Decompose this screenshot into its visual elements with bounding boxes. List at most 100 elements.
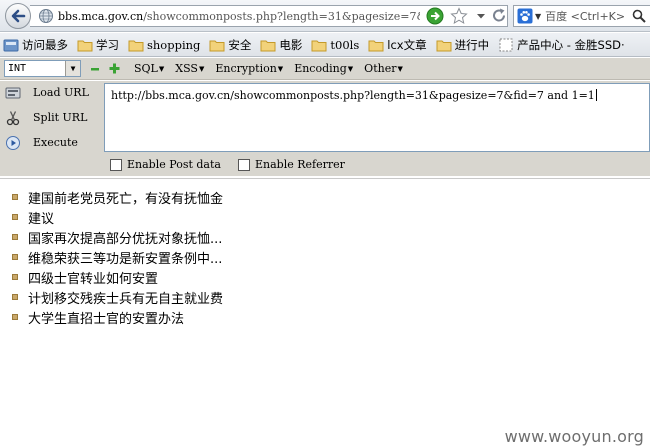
post-link[interactable]: 大学生直招士官的安置办法 (28, 308, 184, 327)
type-select-value: INT (8, 63, 27, 74)
menu-xss[interactable]: XSS ▼ (175, 62, 204, 75)
bookmark-product-center[interactable]: 产品中心 - 金胜SSD· (498, 37, 625, 53)
post-link[interactable]: 维稳荣获三等功是新安置条例中... (28, 248, 222, 267)
bookmark-folder-blue-icon (3, 39, 19, 51)
address-path: /showcommonposts.php?length=31&pagesize=… (143, 9, 420, 23)
list-item: 计划移交残疾士兵有无自主就业费 (12, 287, 223, 307)
folder-icon (128, 40, 144, 51)
enable-post-label: Enable Post data (127, 158, 221, 171)
menu-caret-icon: ▼ (397, 64, 403, 73)
type-select[interactable]: INT ▼ (4, 60, 81, 77)
page-content: 建国前老党员死亡，有没有抚恤金 建议 国家再次提高部分优抚对象抚恤... 维稳荣… (0, 178, 650, 448)
checkbox-box[interactable] (110, 158, 122, 171)
post-link[interactable]: 建国前老党员死亡，有没有抚恤金 (28, 188, 223, 207)
search-engine-dropdown-icon[interactable]: ▼ (535, 12, 541, 21)
address-domain: bbs.mca.gov.cn (58, 9, 144, 23)
menu-sql[interactable]: SQL ▼ (134, 62, 164, 75)
bookmark-folder-in-progress[interactable]: 进行中 (436, 37, 489, 53)
search-box[interactable]: ▼ 百度 <Ctrl+K> (513, 5, 650, 27)
execute-button[interactable]: Execute (0, 131, 100, 155)
bookmark-label: 访问最多 (22, 37, 68, 52)
bullet-icon (12, 254, 18, 260)
split-url-button[interactable]: Split URL (0, 106, 100, 130)
post-link[interactable]: 四级士官转业如何安置 (28, 268, 158, 287)
bookmark-folder-lcx[interactable]: lcx文章 (368, 37, 427, 53)
baidu-paw-icon[interactable] (517, 8, 533, 24)
bookmark-label: shopping (147, 37, 201, 52)
hackbar-panel: Load URL Split URL Execute http://bbs.mc… (0, 81, 650, 176)
history-dropdown-icon[interactable] (476, 9, 486, 23)
bookmarks-toolbar: 访问最多 学习 shopping 安全 电影 t00ls lcx文章 进行中 产… (0, 33, 650, 57)
bookmark-label: 安全 (228, 37, 252, 52)
post-link[interactable]: 国家再次提高部分优抚对象抚恤... (28, 228, 222, 247)
menu-caret-icon: ▼ (198, 64, 205, 73)
menu-other[interactable]: Other ▼ (364, 62, 403, 75)
list-item: 建议 (12, 207, 223, 227)
menu-encryption[interactable]: Encryption ▼ (215, 62, 283, 75)
menu-label: Encryption (215, 62, 277, 75)
bookmark-star-icon[interactable] (450, 7, 468, 25)
bullet-icon (12, 314, 18, 320)
bookmark-label: 学习 (96, 37, 119, 52)
execute-label: Execute (33, 136, 78, 149)
menu-caret-icon: ▼ (347, 64, 354, 73)
list-item: 维稳荣获三等功是新安置条例中... (12, 247, 223, 267)
hackbar-url-textarea[interactable]: http://bbs.mca.gov.cn/showcommonposts.ph… (104, 83, 650, 152)
plus-icon[interactable] (109, 63, 120, 74)
chevron-down-icon[interactable]: ▼ (65, 61, 80, 76)
bullet-icon (12, 194, 18, 200)
menu-label: Encoding (294, 62, 347, 75)
bullet-icon (12, 294, 18, 300)
enable-referrer-label: Enable Referrer (255, 158, 345, 171)
hackbar-url-value: http://bbs.mca.gov.cn/showcommonposts.ph… (111, 89, 595, 102)
folder-icon (311, 40, 327, 51)
minus-icon[interactable] (90, 64, 100, 74)
bullet-icon (12, 274, 18, 280)
enable-referrer-checkbox[interactable]: Enable Referrer (238, 158, 345, 171)
watermark: www.wooyun.org (504, 427, 644, 446)
folder-icon (260, 40, 276, 51)
menu-caret-icon: ▼ (277, 64, 284, 73)
bookmark-folder-movies[interactable]: 电影 (260, 37, 302, 53)
bookmark-label: 产品中心 - 金胜SSD· (517, 37, 625, 52)
folder-icon (368, 40, 384, 51)
bookmark-folder-study[interactable]: 学习 (77, 37, 119, 53)
folder-icon (209, 40, 225, 51)
back-button[interactable] (5, 3, 31, 29)
post-link[interactable]: 建议 (28, 208, 54, 227)
bookmark-folder-shopping[interactable]: shopping (128, 38, 200, 52)
menu-encoding[interactable]: Encoding ▼ (294, 62, 353, 75)
post-link[interactable]: 计划移交残疾士兵有无自主就业费 (28, 288, 223, 307)
bookmark-most-visited[interactable]: 访问最多 (3, 37, 68, 53)
text-caret (595, 89, 597, 101)
page-icon (499, 38, 513, 51)
navigation-bar: bbs.mca.gov.cn/showcommonposts.php?lengt… (0, 0, 650, 32)
post-list: 建国前老党员死亡，有没有抚恤金 建议 国家再次提高部分优抚对象抚恤... 维稳荣… (12, 187, 223, 327)
bookmark-folder-security[interactable]: 安全 (209, 37, 251, 53)
search-icon[interactable] (632, 9, 646, 23)
checkbox-box[interactable] (238, 158, 250, 171)
split-url-label: Split URL (33, 111, 88, 124)
address-bar[interactable]: bbs.mca.gov.cn/showcommonposts.php?lengt… (30, 5, 508, 27)
scissors-icon (6, 111, 20, 126)
back-arrow-icon (11, 9, 26, 23)
load-url-label: Load URL (33, 86, 89, 99)
address-text[interactable]: bbs.mca.gov.cn/showcommonposts.php?lengt… (58, 10, 420, 23)
search-placeholder[interactable]: 百度 <Ctrl+K> (545, 8, 625, 24)
bookmark-folder-t00ls[interactable]: t00ls (311, 38, 359, 52)
list-item: 国家再次提高部分优抚对象抚恤... (12, 227, 223, 247)
load-url-icon (5, 87, 21, 99)
bookmark-label: lcx文章 (387, 37, 427, 52)
list-item: 大学生直招士官的安置办法 (12, 307, 223, 327)
list-item: 建国前老党员死亡，有没有抚恤金 (12, 187, 223, 207)
list-item: 四级士官转业如何安置 (12, 267, 223, 287)
globe-icon (39, 9, 53, 23)
go-arrow-icon[interactable] (426, 7, 444, 25)
load-url-button[interactable]: Load URL (0, 81, 100, 105)
bullet-icon (12, 214, 18, 220)
enable-post-checkbox[interactable]: Enable Post data (110, 158, 221, 171)
menu-label: SQL (134, 62, 158, 75)
reload-icon[interactable] (490, 7, 508, 25)
menu-caret-icon: ▼ (158, 64, 165, 73)
folder-icon (77, 40, 93, 51)
